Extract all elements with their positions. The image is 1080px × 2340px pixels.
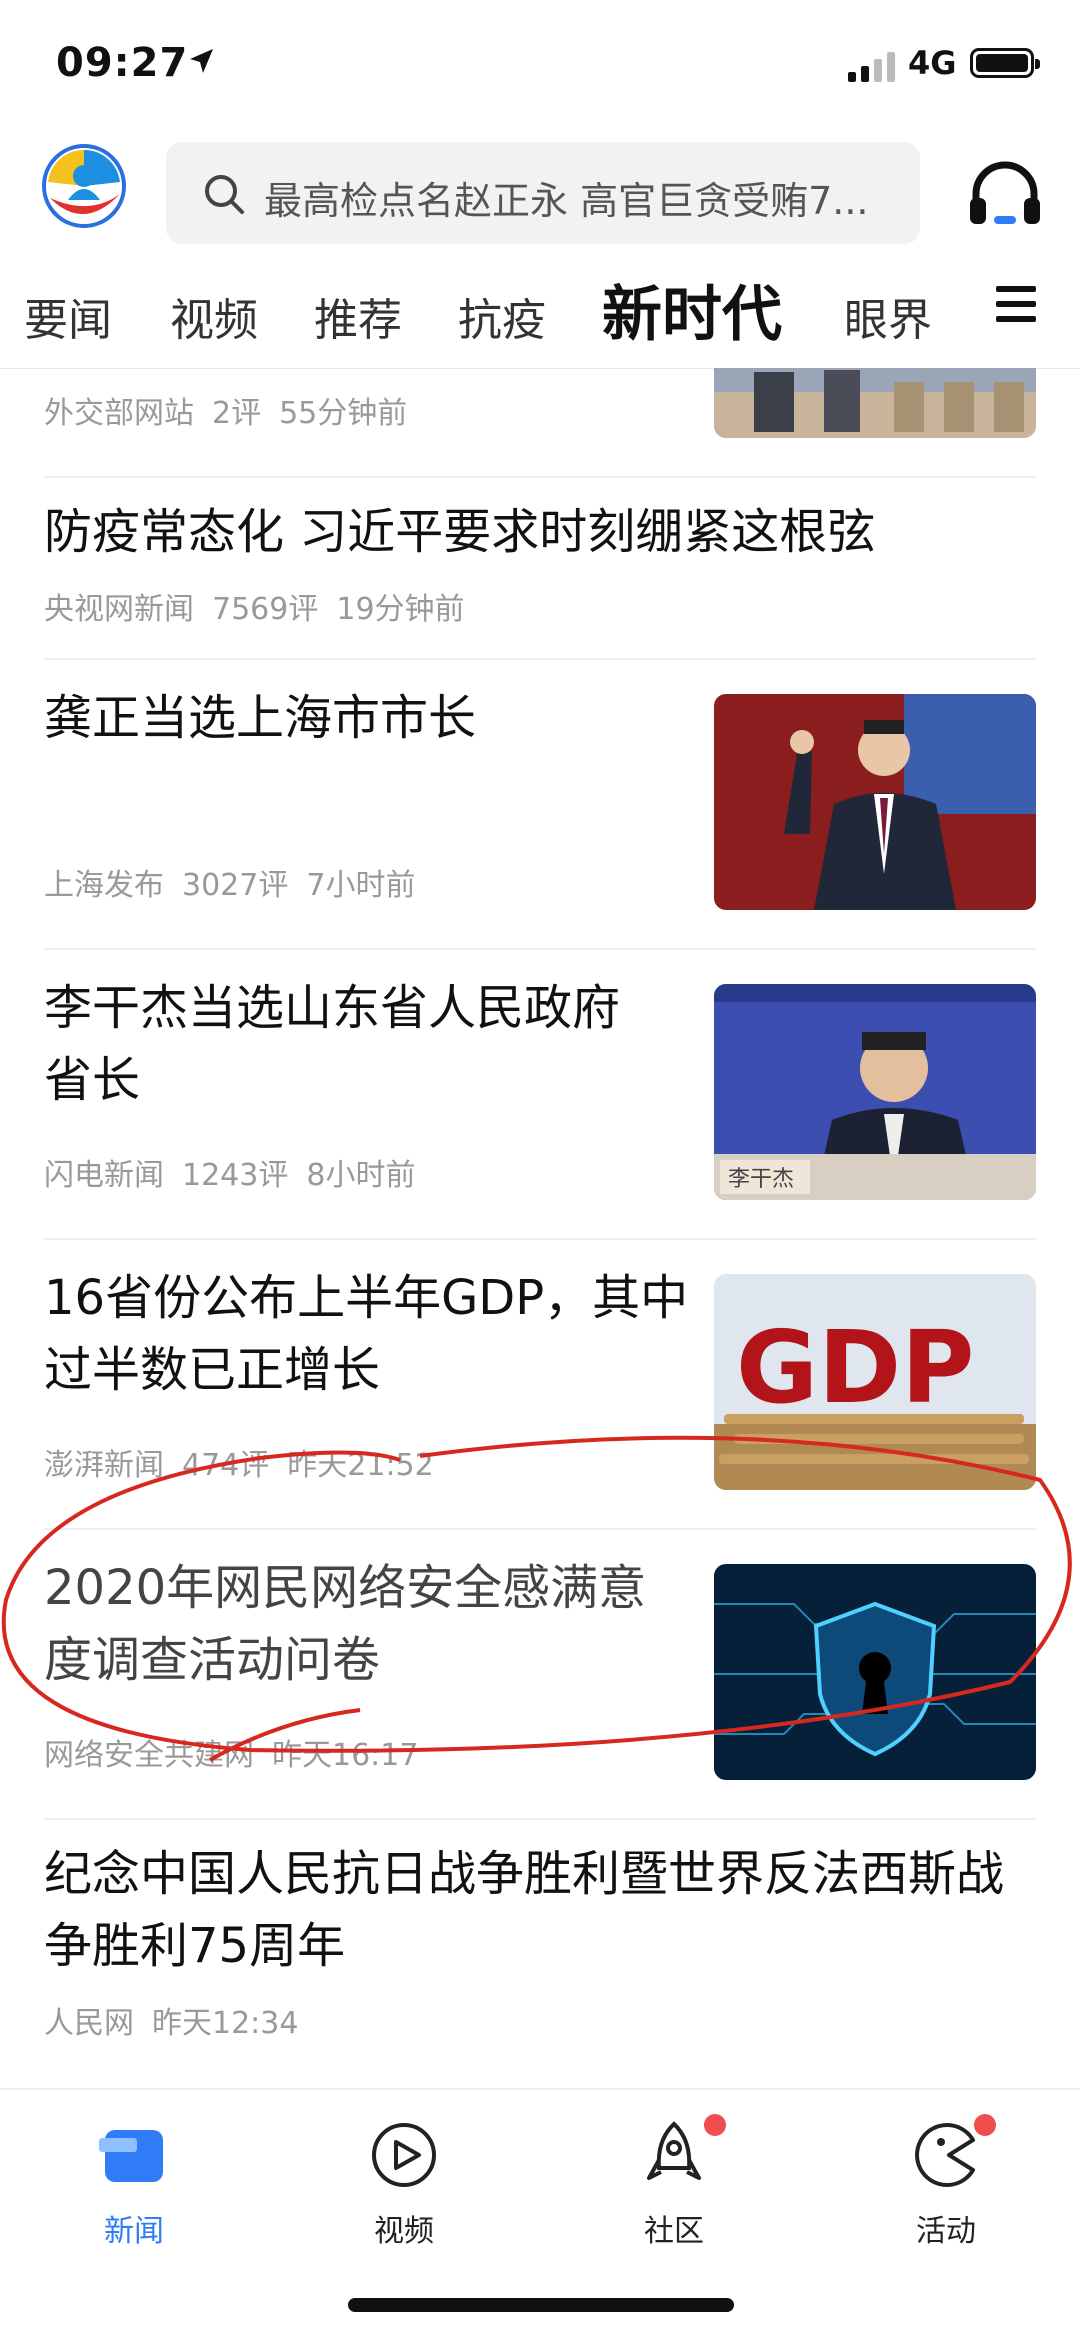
- item-meta: 网络安全共建网 昨天16:17: [44, 1730, 436, 1774]
- thumb-caption: GDP: [736, 1309, 974, 1426]
- status-time: 09:27: [56, 40, 189, 86]
- item-comments: 3027评: [182, 868, 289, 903]
- tabbar-label: 视频: [374, 2214, 434, 2249]
- item-source: 人民网: [44, 2006, 134, 2041]
- list-item[interactable]: 李干杰当选山东省人民政府省长 闪电新闻 1243评 8小时前 李干杰: [44, 950, 1036, 1240]
- item-source: 闪电新闻: [44, 1158, 164, 1193]
- item-comments: 2评: [212, 396, 262, 431]
- notification-badge: [704, 2114, 726, 2136]
- status-bar: 09:27 4G: [0, 0, 1080, 130]
- tab-new-era[interactable]: 新时代: [602, 266, 782, 353]
- news-icon: [99, 2130, 163, 2182]
- item-comments: 1243评: [182, 1158, 289, 1193]
- item-meta: 上海发布 3027评 7小时前: [44, 860, 433, 904]
- tab-horizon[interactable]: 眼界: [844, 284, 932, 348]
- item-source: 央视网新闻: [44, 592, 194, 627]
- news-feed: 外交部网站 2评 55分钟前 防疫常态化 习近平要求时刻绷紧这根弦 央视网新闻 756…: [0, 368, 1080, 2088]
- menu-icon[interactable]: [996, 286, 1036, 326]
- list-item[interactable]: 龚正当选上海市市长 上海发布 3027评 7小时前: [44, 660, 1036, 950]
- item-title: 李干杰当选山东省人民政府省长: [44, 980, 621, 1108]
- item-source: 外交部网站: [44, 396, 194, 431]
- item-title: 纪念中国人民抗日战争胜利暨世界反法西斯战争胜利75周年: [44, 1846, 1005, 1974]
- item-source: 澎湃新闻: [44, 1448, 164, 1483]
- tabbar-label: 社区: [644, 2214, 704, 2249]
- item-meta: 澎湃新闻 474评 昨天21:52: [44, 1440, 452, 1484]
- search-bar[interactable]: 最高检点名赵正永 高官巨贪受贿7...: [166, 142, 920, 244]
- item-source: 上海发布: [44, 868, 164, 903]
- item-thumbnail: GDP: [714, 1274, 1036, 1490]
- item-comments: 474评: [182, 1448, 270, 1483]
- item-time: 8小时前: [306, 1158, 416, 1193]
- list-item[interactable]: 外交部网站 2评 55分钟前: [44, 368, 1036, 478]
- item-thumbnail: [714, 694, 1036, 910]
- headset-icon[interactable]: [966, 156, 1044, 234]
- item-title: 防疫常态化 习近平要求时刻绷紧这根弦: [44, 504, 876, 560]
- home-indicator[interactable]: [348, 2298, 734, 2312]
- list-item[interactable]: 2020年网民网络安全感满意度调查活动问卷 网络安全共建网 昨天16:17: [44, 1530, 1036, 1820]
- tabbar-community[interactable]: 社区: [594, 2110, 754, 2249]
- pacman-icon: [915, 2123, 975, 2187]
- list-item[interactable]: 16省份公布上半年GDP，其中过半数已正增长 澎湃新闻 474评 昨天21:52 G…: [44, 1240, 1036, 1530]
- tab-anti-epidemic[interactable]: 抗疫: [458, 284, 546, 348]
- item-thumbnail: 李干杰: [714, 984, 1036, 1200]
- tabbar-label: 活动: [916, 2214, 976, 2249]
- thumb-caption: 李干杰: [728, 1167, 794, 1192]
- tabbar-activity[interactable]: 活动: [866, 2110, 1026, 2249]
- item-source: 网络安全共建网: [44, 1738, 254, 1773]
- tabbar-label: 新闻: [104, 2214, 164, 2249]
- item-meta: 外交部网站 2评 55分钟前: [44, 388, 425, 432]
- channel-tabs: 要闻 视频 推荐 抗疫 新时代 眼界: [0, 260, 1080, 369]
- tab-video[interactable]: 视频: [170, 284, 258, 348]
- list-item[interactable]: 纪念中国人民抗日战争胜利暨世界反法西斯战争胜利75周年 人民网 昨天12:34: [44, 1820, 1036, 2088]
- tab-yaowen[interactable]: 要闻: [24, 284, 112, 348]
- item-meta: 人民网 昨天12:34: [44, 1998, 316, 2042]
- item-meta: 央视网新闻 7569评 19分钟前: [44, 584, 483, 628]
- item-time: 昨天21:52: [287, 1448, 434, 1483]
- item-title: 2020年网民网络安全感满意度调查活动问卷: [44, 1560, 647, 1688]
- location-arrow-icon: [190, 49, 213, 73]
- battery-icon: [970, 48, 1040, 78]
- item-title: 龚正当选上海市市长: [44, 690, 477, 746]
- item-thumbnail: [714, 1564, 1036, 1780]
- play-icon: [372, 2123, 436, 2187]
- item-meta: 闪电新闻 1243评 8小时前: [44, 1150, 433, 1194]
- search-placeholder: 最高检点名赵正永 高官巨贪受贿7...: [264, 179, 869, 223]
- item-time: 昨天12:34: [152, 2006, 299, 2041]
- signal-bars-icon: [848, 52, 895, 82]
- item-time: 55分钟前: [279, 396, 408, 431]
- tabbar-video[interactable]: 视频: [324, 2110, 484, 2249]
- network-type: 4G: [908, 44, 957, 82]
- tabbar-news[interactable]: 新闻: [54, 2110, 214, 2249]
- tab-recommend[interactable]: 推荐: [314, 284, 402, 348]
- item-time: 昨天16:17: [272, 1738, 419, 1773]
- item-comments: 7569评: [212, 592, 319, 627]
- app-logo[interactable]: [40, 142, 128, 230]
- rocket-icon: [647, 2121, 701, 2180]
- item-thumbnail: [714, 368, 1036, 438]
- search-icon: [205, 175, 244, 214]
- item-title: 16省份公布上半年GDP，其中过半数已正增长: [44, 1270, 689, 1398]
- item-time: 19分钟前: [336, 592, 465, 627]
- notification-badge: [974, 2114, 996, 2136]
- list-item[interactable]: 防疫常态化 习近平要求时刻绷紧这根弦 央视网新闻 7569评 19分钟前: [44, 478, 1036, 660]
- item-time: 7小时前: [306, 868, 416, 903]
